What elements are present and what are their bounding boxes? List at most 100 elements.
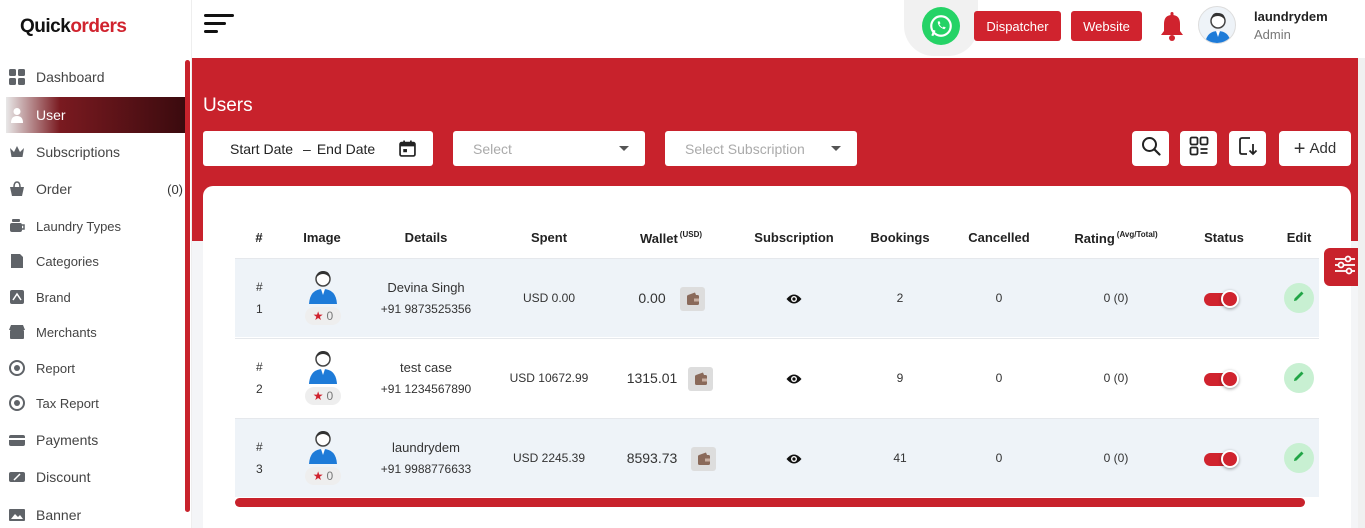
sidebar-item-brand[interactable]: Brand [6, 279, 186, 315]
calendar-icon[interactable] [399, 140, 416, 160]
add-label: Add [1309, 140, 1337, 157]
bookings-cell: 41 [893, 451, 907, 465]
user-phone-cell: +91 9873525356 [380, 302, 472, 316]
sidebar-item-discount[interactable]: Discount [6, 459, 186, 495]
wallet-cell: 0.00 [638, 290, 666, 306]
user-name: laundrydem [1254, 9, 1328, 24]
sidebar-item-order[interactable]: Order (0) [6, 171, 186, 207]
export-button[interactable] [1229, 131, 1266, 166]
laundry-icon [8, 217, 26, 235]
date-separator: – [303, 140, 311, 157]
user-avatar-icon [305, 268, 341, 304]
report-icon [8, 359, 26, 377]
banner-icon [8, 506, 26, 524]
wallet-cell: 1315.01 [626, 370, 678, 386]
page-vertical-scrollbar[interactable] [1358, 58, 1365, 528]
chevron-down-icon [831, 146, 841, 151]
col-header-cancelled: Cancelled [968, 230, 1030, 245]
spent-cell: USD 2245.39 [512, 451, 586, 465]
logo-left: Quick [20, 16, 71, 37]
col-header-image: Image [303, 230, 341, 245]
sliders-icon [1334, 255, 1356, 280]
sidebar-item-merchants[interactable]: Merchants [6, 314, 186, 350]
user-icon [8, 106, 26, 124]
table-row [235, 259, 1319, 337]
website-button[interactable]: Website [1071, 11, 1142, 41]
user-role: Admin [1254, 27, 1291, 42]
col-header-num: # [255, 230, 263, 245]
wallet-cell: 8593.73 [626, 450, 678, 466]
sidebar-item-label: Categories [36, 253, 99, 269]
wallet-icon[interactable] [688, 367, 713, 391]
date-range-picker[interactable]: Start Date – End Date [203, 131, 433, 166]
edit-button[interactable] [1284, 283, 1314, 313]
whatsapp-icon[interactable] [922, 7, 960, 45]
bookings-cell: 9 [896, 371, 904, 385]
status-toggle[interactable] [1204, 290, 1239, 308]
crown-icon [8, 143, 26, 161]
wallet-icon[interactable] [691, 447, 716, 471]
status-toggle[interactable] [1204, 370, 1239, 388]
user-phone-cell: +91 9988776633 [380, 462, 472, 476]
view-subscription-eye-icon[interactable] [786, 292, 802, 304]
end-date-label: End Date [316, 140, 376, 157]
chevron-down-icon [619, 146, 629, 151]
sidebar-scrollbar[interactable] [185, 60, 190, 512]
table-row [235, 419, 1319, 497]
start-date-label: Start Date [230, 140, 294, 157]
sidebar-item-subscriptions[interactable]: Subscriptions [6, 134, 186, 170]
dispatcher-button[interactable]: Dispatcher [974, 11, 1061, 41]
pencil-icon [1293, 289, 1305, 307]
col-header-bookings: Bookings [870, 230, 930, 245]
row-index: #2 [256, 360, 263, 396]
brand-icon [8, 288, 26, 306]
order-count-badge: (0) [167, 181, 183, 197]
sidebar-item-tax-report[interactable]: Tax Report [6, 385, 186, 421]
sidebar-item-banner[interactable]: Banner [6, 497, 186, 528]
user-select-dropdown[interactable]: Select [453, 131, 645, 166]
search-button[interactable] [1132, 131, 1169, 166]
sidebar-item-label: Laundry Types [36, 218, 122, 234]
row-index: #1 [256, 280, 263, 316]
notification-bell-icon[interactable] [1158, 12, 1186, 42]
sidebar-item-label: Subscriptions [36, 144, 121, 160]
user-avatar[interactable] [1198, 6, 1236, 44]
table-horizontal-scrollbar[interactable] [235, 498, 1305, 507]
star-icon: ★ [312, 469, 324, 483]
sidebar-item-report[interactable]: Report [6, 350, 186, 386]
status-toggle[interactable] [1204, 450, 1239, 468]
col-header-status: Status [1204, 230, 1244, 245]
basket-icon [8, 180, 26, 198]
edit-button[interactable] [1284, 443, 1314, 473]
app-logo[interactable]: Quickorders [20, 16, 127, 38]
rating-badge: ★ 0 [305, 467, 341, 485]
subscription-select-dropdown[interactable]: Select Subscription [665, 131, 857, 166]
sidebar-item-categories[interactable]: Categories [6, 243, 186, 279]
sidebar-item-dashboard[interactable]: Dashboard [6, 59, 186, 95]
edit-button[interactable] [1284, 363, 1314, 393]
add-user-button[interactable]: + Add [1279, 131, 1351, 166]
grid-view-button[interactable] [1180, 131, 1217, 166]
cancelled-cell: 0 [995, 451, 1003, 465]
payments-icon [8, 431, 26, 449]
sidebar-item-laundry-types[interactable]: Laundry Types [6, 208, 186, 244]
wallet-icon[interactable] [680, 287, 705, 311]
subscription-placeholder: Select Subscription [685, 140, 805, 157]
col-header-rating: Rating (Avg/Total) [1074, 230, 1158, 246]
view-subscription-eye-icon[interactable] [786, 372, 802, 384]
row-index: #3 [256, 440, 263, 476]
sidebar-item-payments[interactable]: Payments [6, 422, 186, 458]
menu-toggle-icon[interactable] [204, 14, 236, 38]
rating-cell: 0 (0) [1103, 291, 1129, 305]
sidebar-item-label: Dashboard [36, 69, 105, 85]
sidebar-item-label: User [36, 107, 66, 123]
rating-cell: 0 (0) [1103, 451, 1129, 465]
sidebar-item-label: Order [36, 181, 72, 197]
col-header-wallet: Wallet (USD) [639, 230, 703, 246]
dashboard-icon [8, 68, 26, 86]
sidebar-item-user[interactable]: User [6, 97, 186, 133]
rating-badge: ★ 0 [305, 307, 341, 325]
view-subscription-eye-icon[interactable] [786, 452, 802, 464]
rating-cell: 0 (0) [1103, 371, 1129, 385]
logo-right: rders [81, 16, 127, 37]
